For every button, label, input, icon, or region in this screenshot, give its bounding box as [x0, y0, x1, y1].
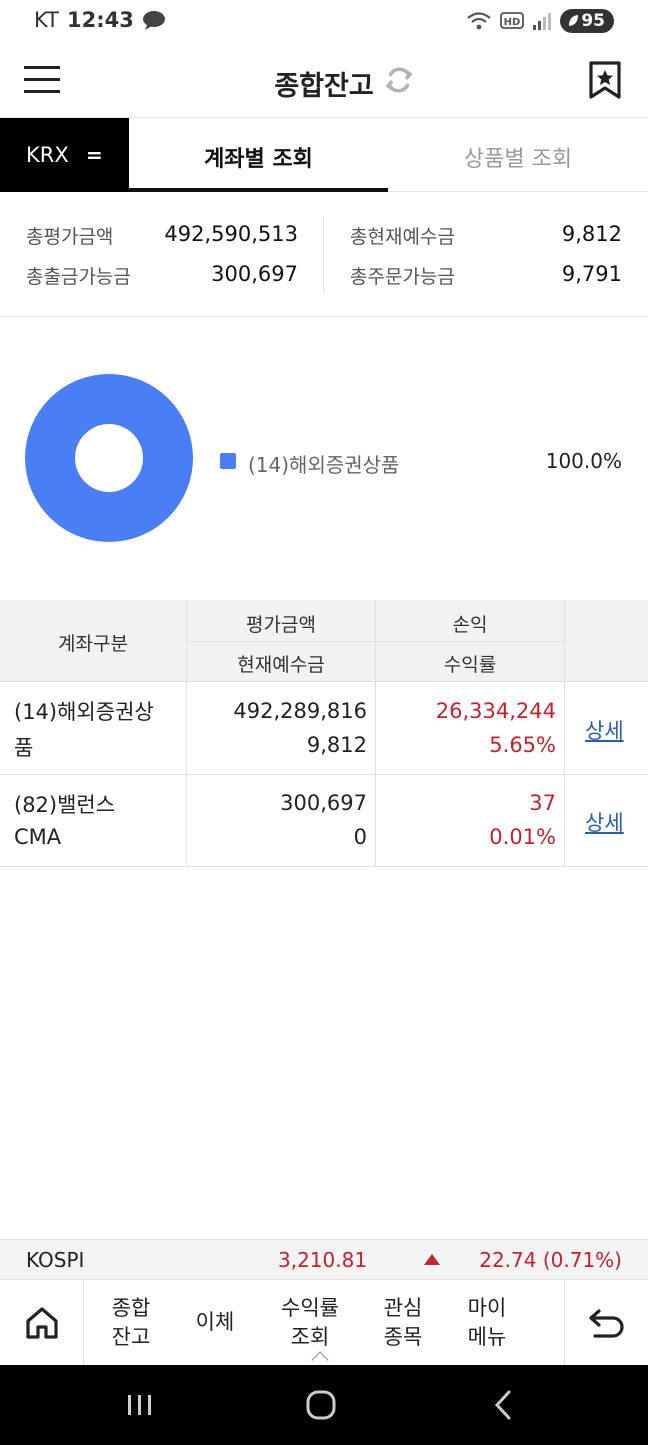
- home-button[interactable]: [0, 1280, 84, 1366]
- summary-value: 300,697: [211, 262, 298, 286]
- back-arrow-icon: [589, 1309, 624, 1338]
- hd-icon: HD: [500, 12, 525, 29]
- nav-label: 수익률: [281, 1296, 339, 1320]
- nav-label: 조회: [290, 1325, 330, 1349]
- recent-apps-icon[interactable]: [118, 1385, 162, 1425]
- tabs-row: KRX = 계좌별 조회 상품별 조회: [0, 118, 648, 192]
- nav-label: 메뉴: [467, 1325, 507, 1349]
- header-deposit: 현재예수금: [237, 654, 325, 676]
- table-header: 계좌구분 평가금액 현재예수금 손익 수익률: [0, 600, 648, 682]
- account-name: (14)해외증권상: [14, 700, 154, 724]
- exchange-menu-icon: =: [86, 143, 103, 167]
- leaf-icon: [569, 15, 579, 26]
- detail-link[interactable]: 상세: [585, 715, 624, 745]
- nav-label: 이체: [195, 1310, 235, 1334]
- index-name: KOSPI: [26, 1248, 85, 1272]
- home-icon: [26, 1307, 58, 1339]
- return-rate: 5.65%: [489, 733, 556, 757]
- deposit: 9,812: [306, 733, 367, 757]
- bookmark-star-icon: [589, 61, 621, 99]
- detail-link[interactable]: 상세: [585, 807, 624, 837]
- header-return-rate: 수익률: [443, 654, 497, 676]
- refresh-icon: [385, 67, 413, 93]
- return-rate: 0.01%: [489, 825, 556, 849]
- battery-indicator: 95: [560, 9, 614, 33]
- nav-label: 잔고: [111, 1325, 151, 1349]
- summary-label: 총현재예수금: [350, 226, 455, 248]
- wifi-icon: [467, 12, 492, 30]
- status-bar: KT 12:43 HD 95: [0, 0, 648, 44]
- refresh-button[interactable]: [382, 62, 416, 98]
- summary-value: 9,791: [561, 262, 622, 286]
- profit: 37: [529, 791, 556, 815]
- eval-amount: 300,697: [280, 791, 367, 815]
- exchange-selector[interactable]: KRX =: [0, 118, 129, 192]
- bottom-nav: 종합 잔고 이체 수익률 조회 관심 종목 마이 메뉴: [0, 1279, 648, 1369]
- legend-value: 100.0%: [545, 449, 622, 473]
- market-ticker[interactable]: KOSPI 3,210.81 22.74 (0.71%): [0, 1239, 648, 1279]
- summary-label: 총주문가능금: [350, 266, 455, 288]
- nav-item-balance[interactable]: 종합 잔고: [96, 1294, 166, 1352]
- battery-level: 95: [581, 11, 605, 31]
- summary-label: 총출금가능금: [26, 266, 131, 288]
- nav-label: 종목: [383, 1325, 423, 1349]
- eval-amount: 492,289,816: [233, 699, 367, 723]
- svg-text:HD: HD: [504, 17, 521, 28]
- profit: 26,334,244: [435, 699, 556, 723]
- status-right: HD 95: [466, 9, 614, 33]
- nav-label: 마이: [467, 1296, 507, 1320]
- column-divider: [186, 600, 187, 866]
- chat-bubble-icon: [142, 11, 165, 30]
- nav-item-returns[interactable]: 수익률 조회: [270, 1294, 350, 1352]
- status-left: KT 12:43: [34, 8, 166, 32]
- tab-by-product[interactable]: 상품별 조회: [388, 118, 648, 192]
- nav-label: 종합: [111, 1296, 151, 1320]
- nav-label: 관심: [383, 1296, 423, 1320]
- signal-icon: [533, 13, 552, 30]
- column-divider: [375, 600, 376, 866]
- account-name-cont: CMA: [14, 825, 62, 849]
- row-divider: [0, 866, 648, 867]
- donut-slice: [25, 374, 193, 542]
- page-title: 종합잔고: [274, 71, 374, 102]
- tab-by-account[interactable]: 계좌별 조회: [129, 118, 388, 192]
- up-arrow-icon: [424, 1254, 440, 1265]
- account-name-cont: 품: [14, 736, 34, 760]
- summary-value: 492,590,513: [164, 222, 298, 246]
- index-price: 3,210.81: [278, 1248, 368, 1272]
- system-back-icon[interactable]: [482, 1385, 526, 1425]
- bookmark-button[interactable]: [586, 60, 624, 100]
- legend-label: (14)해외증권상품: [248, 453, 400, 477]
- summary-label: 총평가금액: [26, 226, 114, 248]
- index-change: 22.74 (0.71%): [479, 1248, 622, 1272]
- home-circle-icon[interactable]: [299, 1385, 343, 1425]
- row-divider: [0, 774, 648, 775]
- nav-item-my-menu[interactable]: 마이 메뉴: [452, 1294, 522, 1352]
- legend-swatch: [220, 453, 236, 469]
- clock: 12:43: [66, 8, 134, 32]
- balance-summary: 총평가금액 492,590,513 총출금가능금 300,697 총현재예수금 …: [0, 192, 648, 317]
- deposit: 0: [353, 825, 367, 849]
- nav-item-watchlist[interactable]: 관심 종목: [368, 1294, 438, 1352]
- nav-item-transfer[interactable]: 이체: [180, 1308, 250, 1337]
- header-account: 계좌구분: [58, 633, 128, 655]
- summary-divider: [323, 216, 324, 291]
- summary-value: 9,812: [561, 222, 622, 246]
- header-profit: 손익: [452, 614, 488, 636]
- account-name: (82)밸런스: [14, 793, 116, 817]
- system-nav-bar: [0, 1365, 648, 1445]
- header-eval-amount: 평가금액: [246, 614, 316, 636]
- exchange-label: KRX: [26, 143, 69, 167]
- column-divider: [564, 600, 565, 866]
- allocation-donut-chart: [25, 374, 193, 542]
- app-header: 종합잔고: [0, 44, 648, 118]
- back-button[interactable]: [564, 1280, 648, 1366]
- carrier-label: KT: [34, 8, 59, 32]
